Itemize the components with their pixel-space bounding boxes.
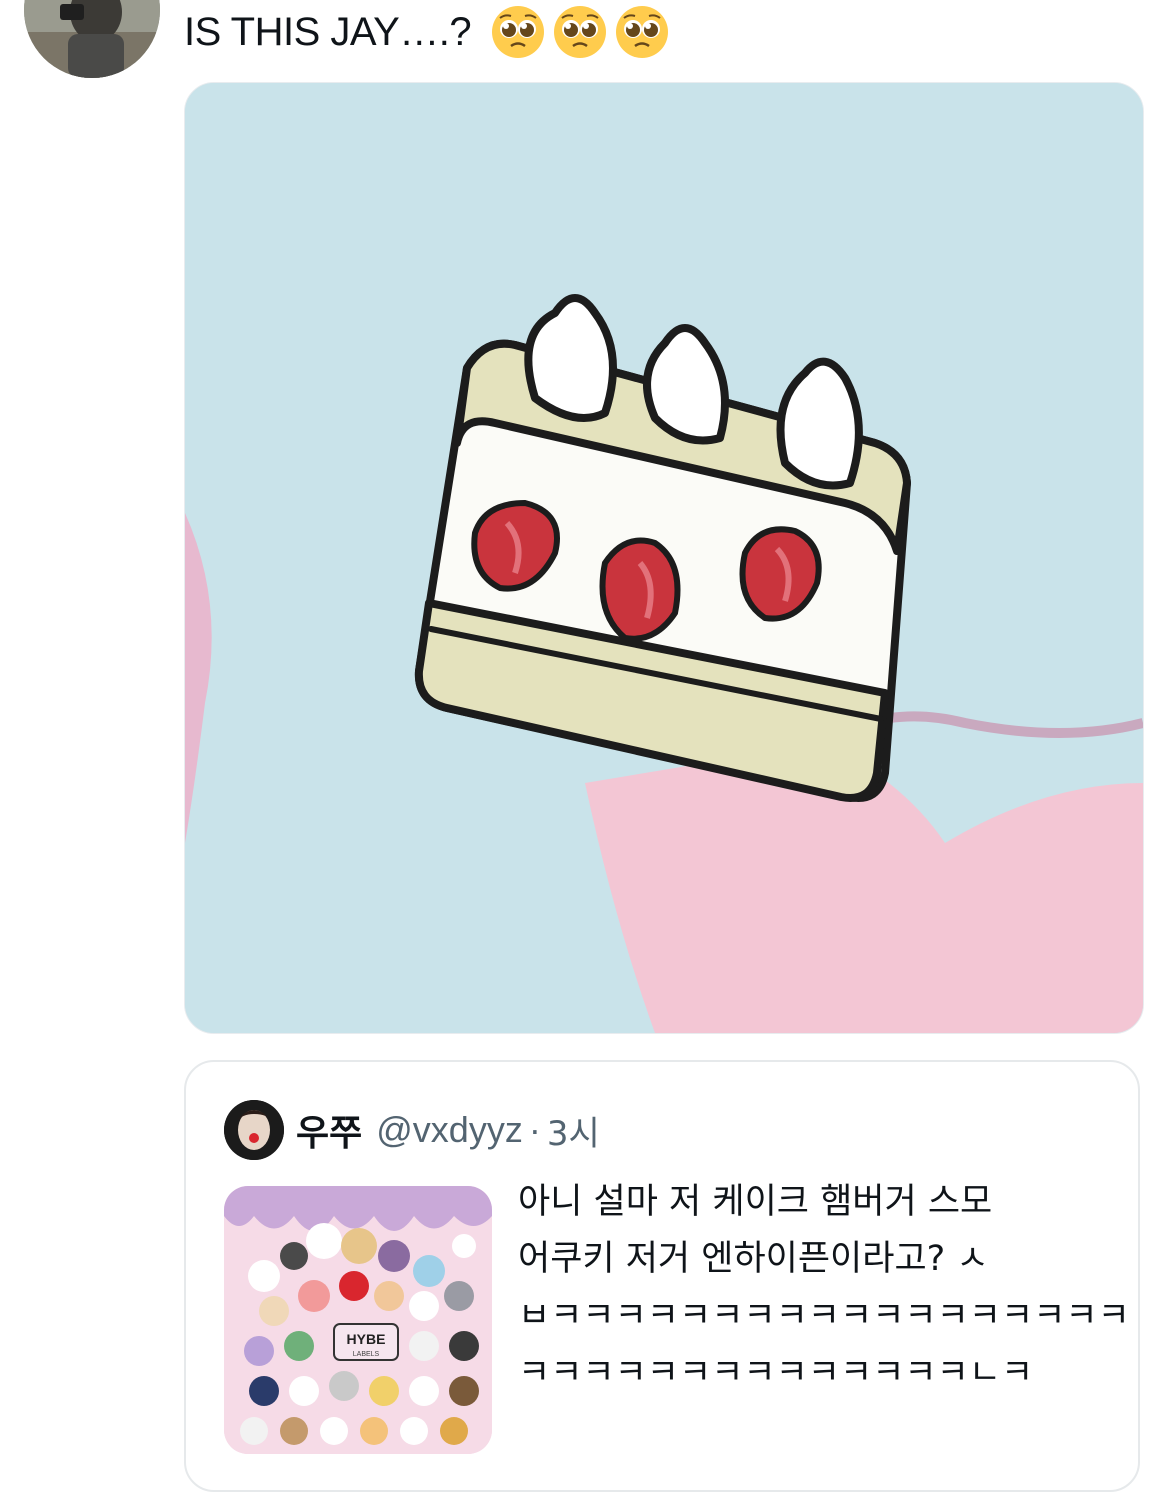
quoted-tweet-thumbnail[interactable]: HYBE LABELS bbox=[224, 1186, 492, 1454]
tweet-text-row: IS THIS JAY….? bbox=[184, 4, 669, 60]
tweet-text: IS THIS JAY….? bbox=[184, 10, 472, 54]
quoted-user-avatar[interactable] bbox=[224, 1100, 284, 1160]
quoted-tweet-line: 어쿠키 저거 엔하이픈이라고? ㅅ bbox=[518, 1239, 989, 1279]
pleading-face-icon bbox=[554, 6, 607, 58]
quoted-tweet-header: 우쭈 @vxdyyz · 3시 bbox=[224, 1100, 600, 1160]
quoted-tweet-time[interactable]: 3시 bbox=[547, 1106, 600, 1155]
quoted-user-handle[interactable]: @vxdyyz bbox=[376, 1109, 523, 1151]
pleading-face-icon bbox=[492, 6, 545, 58]
quoted-tweet-line: 아니 설마 저 케이크 햄버거 스모 bbox=[518, 1182, 993, 1222]
quoted-user-name[interactable]: 우쭈 bbox=[296, 1104, 362, 1156]
quoted-tweet-line: ㅂㅋㅋㅋㅋㅋㅋㅋㅋㅋㅋㅋㅋㅋㅋㅋㅋㅋㅋ bbox=[518, 1296, 1130, 1336]
pleading-face-icon bbox=[616, 6, 669, 58]
emoji-group bbox=[491, 5, 669, 59]
author-avatar[interactable] bbox=[24, 0, 160, 78]
strawberry-shortcake-illustration bbox=[185, 83, 1143, 1033]
quoted-tweet-card[interactable]: 우쭈 @vxdyyz · 3시 HYBE LABELS 아니 설마 저 케이크 … bbox=[184, 1060, 1140, 1492]
quoted-tweet-line: ㅋㅋㅋㅋㅋㅋㅋㅋㅋㅋㅋㅋㅋㅋㄴㅋ bbox=[518, 1353, 1034, 1393]
user-avatar-photo-icon bbox=[24, 0, 160, 78]
tweet-media-image[interactable] bbox=[184, 82, 1144, 1034]
thumbnail-sublabel: LABELS bbox=[353, 1351, 380, 1358]
quoted-tweet-text: 아니 설마 저 케이크 햄버거 스모 어쿠키 저거 엔하이픈이라고? ㅅ ㅂㅋㅋ… bbox=[518, 1174, 1130, 1402]
quoted-user-avatar-icon bbox=[224, 1100, 284, 1160]
meta-separator: · bbox=[528, 1109, 541, 1150]
thumbnail-label: HYBE bbox=[347, 1331, 386, 1347]
hybe-labels-characters-thumbnail: HYBE LABELS bbox=[224, 1186, 492, 1454]
